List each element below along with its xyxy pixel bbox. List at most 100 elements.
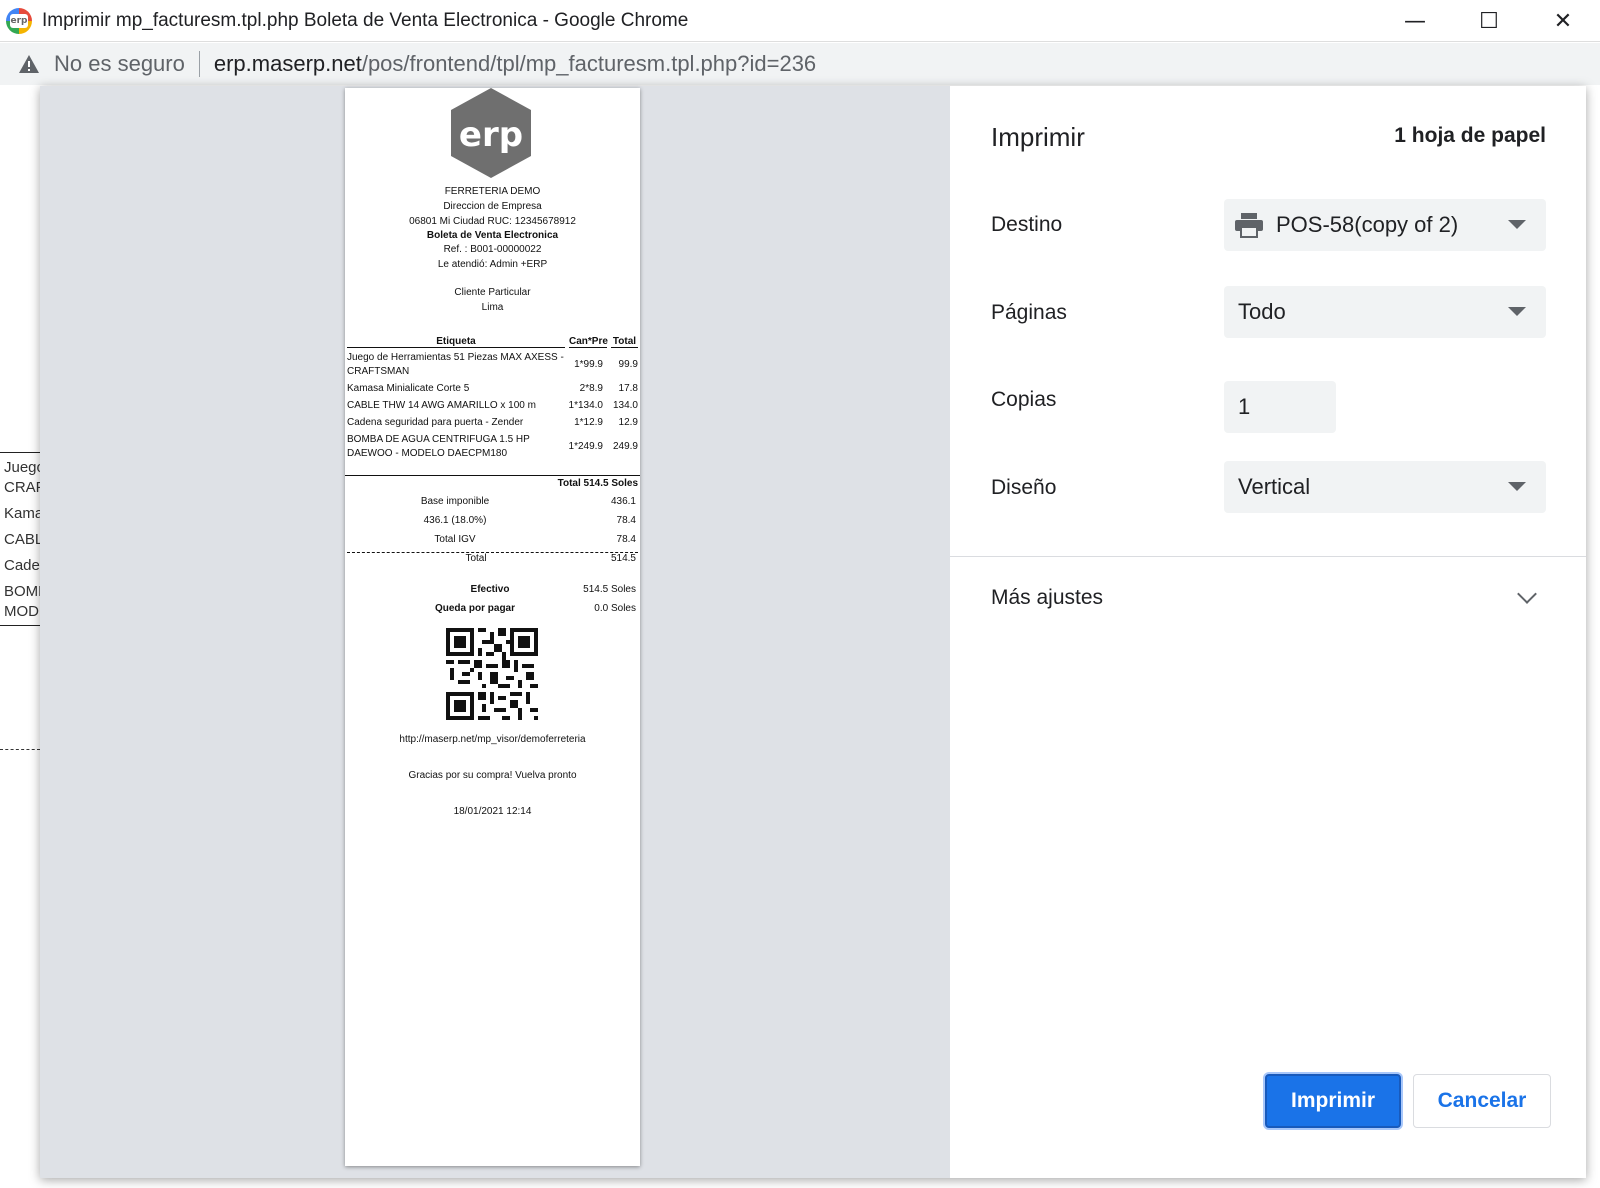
pages-value: Todo xyxy=(1238,299,1286,324)
document-ref: Ref. : B001-00000022 xyxy=(443,244,542,255)
bg-text: MODE xyxy=(4,603,40,620)
maximize-icon[interactable]: ☐ xyxy=(1452,0,1526,42)
item-total: 134.0 xyxy=(612,400,638,411)
expand-chevron-icon[interactable] xyxy=(1517,584,1537,604)
item-total: 249.9 xyxy=(612,441,638,452)
dialog-title: Imprimir xyxy=(991,122,1085,152)
item-label: Juego de Herramientas 51 Piezas MAX AXES… xyxy=(347,352,564,377)
layout-select[interactable]: Vertical xyxy=(1224,461,1546,513)
summary-row: Total IGV 78.4 xyxy=(345,534,640,545)
items-table: Etiqueta Can*Pre Total Juego de Herramie… xyxy=(347,332,638,461)
item-qty-price: 1*134.0 xyxy=(568,400,603,411)
print-button[interactable]: Imprimir xyxy=(1265,1074,1401,1128)
close-icon[interactable]: ✕ xyxy=(1526,0,1600,42)
window-title-bar: erp Imprimir mp_facturesm.tpl.php Boleta… xyxy=(0,0,1600,42)
url-path[interactable]: /pos/frontend/tpl/mp_facturesm.tpl.php?i… xyxy=(362,51,816,77)
erp-logo: erp xyxy=(451,88,531,178)
printer-icon xyxy=(1235,213,1263,238)
table-row: Cadena seguridad para puerta - Zender 1*… xyxy=(347,416,638,430)
more-settings-toggle[interactable]: Más ajustes xyxy=(991,586,1103,610)
summary-row: Total 514.5 xyxy=(345,553,640,564)
bg-text: CRAF xyxy=(4,479,40,496)
bg-text: Juego xyxy=(4,459,40,476)
company-city-ruc: 06801 Mi Ciudad RUC: 12345678912 xyxy=(409,216,576,227)
print-settings-panel: Imprimir 1 hoja de papel Destino POS-58(… xyxy=(950,86,1586,1178)
attended-by: Le atendió: Admin +ERP xyxy=(437,259,548,270)
company-address: Direccion de Empresa xyxy=(443,201,542,212)
qr-code xyxy=(446,628,538,720)
item-label: Cadena seguridad para puerta - Zender xyxy=(347,417,524,428)
receipt-page: erp FERRETERIA DEMO Direccion de Empresa… xyxy=(345,88,640,1166)
item-qty-price: 1*99.9 xyxy=(574,359,603,370)
chevron-down-icon xyxy=(1508,307,1526,316)
destination-value: POS-58(copy of 2) xyxy=(1276,212,1459,237)
item-qty-price: 1*249.9 xyxy=(568,441,603,452)
tax-label: 436.1 (18.0%) xyxy=(423,515,487,526)
summary-row: 436.1 (18.0%) 78.4 xyxy=(345,515,640,526)
base-label: Base imponible xyxy=(420,496,490,507)
settings-divider xyxy=(950,556,1586,557)
grand-total-label: Total xyxy=(465,553,487,564)
warning-icon[interactable] xyxy=(18,54,40,74)
receipt-url: http://maserp.net/mp_visor/demoferreteri… xyxy=(399,734,586,745)
sheet-count: 1 hoja de papel xyxy=(1394,124,1546,147)
grand-total-value: 514.5 xyxy=(610,553,636,564)
url-host[interactable]: erp.maserp.net xyxy=(214,51,362,77)
copies-label: Copias xyxy=(991,388,1057,411)
receipt-datetime: 18/01/2021 12:14 xyxy=(453,806,532,817)
igv-label: Total IGV xyxy=(434,534,476,545)
address-separator xyxy=(198,51,200,77)
base-value: 436.1 xyxy=(610,496,636,507)
item-total: 99.9 xyxy=(618,359,638,370)
total-divider xyxy=(345,475,640,476)
minimize-icon[interactable]: — xyxy=(1378,0,1452,42)
item-total: 12.9 xyxy=(618,417,638,428)
header-total: Total xyxy=(611,336,638,348)
summary-row: Base imponible 436.1 xyxy=(345,496,640,507)
item-total: 17.8 xyxy=(618,383,638,394)
table-row: Kamasa Minialicate Corte 5 2*8.9 17.8 xyxy=(347,382,638,396)
destination-select[interactable]: POS-58(copy of 2) xyxy=(1224,199,1546,251)
bg-dashed-line xyxy=(0,749,40,750)
chevron-down-icon xyxy=(1508,482,1526,491)
igv-value: 78.4 xyxy=(616,534,636,545)
item-qty-price: 2*8.9 xyxy=(579,383,603,394)
bg-text: Caden xyxy=(4,557,40,574)
item-qty-price: 1*12.9 xyxy=(574,417,603,428)
item-label: Kamasa Minialicate Corte 5 xyxy=(347,383,470,394)
cancel-button[interactable]: Cancelar xyxy=(1413,1074,1551,1128)
header-qty-price: Can*Pre xyxy=(569,336,608,348)
bg-text: Kama xyxy=(4,505,40,522)
address-bar[interactable]: No es seguro erp.maserp.net /pos/fronten… xyxy=(0,43,1600,85)
window-controls: — ☐ ✕ xyxy=(1378,0,1600,42)
print-preview[interactable]: erp FERRETERIA DEMO Direccion de Empresa… xyxy=(40,86,950,1178)
chevron-down-icon xyxy=(1508,220,1526,229)
security-label[interactable]: No es seguro xyxy=(54,51,185,77)
table-row: CABLE THW 14 AWG AMARILLO x 100 m 1*134.… xyxy=(347,399,638,413)
print-dialog: erp FERRETERIA DEMO Direccion de Empresa… xyxy=(40,86,1586,1178)
erp-app-icon: erp xyxy=(6,7,32,34)
layout-value: Vertical xyxy=(1238,474,1311,499)
client-name: Cliente Particular xyxy=(454,287,531,298)
bg-divider xyxy=(0,452,40,453)
client-city: Lima xyxy=(481,302,504,313)
layout-label: Diseño xyxy=(991,476,1057,499)
item-label: CABLE THW 14 AWG AMARILLO x 100 m xyxy=(347,400,536,411)
total-line: Total 514.5 Soles xyxy=(557,478,638,489)
background-page: Juego CRAF Kama CABL Caden BOMB MODE xyxy=(0,86,40,1188)
pages-select[interactable]: Todo xyxy=(1224,286,1546,338)
cash-value: 514.5 Soles xyxy=(583,584,636,595)
due-value: 0.0 Soles xyxy=(594,603,636,614)
thanks-message: Gracias por su compra! Vuelva pronto xyxy=(408,770,577,781)
summary-row: 0.0 Soles xyxy=(345,603,640,614)
document-type: Boleta de Venta Electronica xyxy=(426,230,559,241)
pages-label: Páginas xyxy=(991,301,1067,324)
company-name: FERRETERIA DEMO xyxy=(444,186,541,197)
header-label: Etiqueta xyxy=(347,336,565,348)
copies-input[interactable]: 1 xyxy=(1224,381,1336,433)
tax-value: 78.4 xyxy=(616,515,636,526)
item-label: BOMBA DE AGUA CENTRIFUGA 1.5 HP DAEWOO -… xyxy=(347,434,530,459)
logo-text: erp xyxy=(459,115,523,155)
